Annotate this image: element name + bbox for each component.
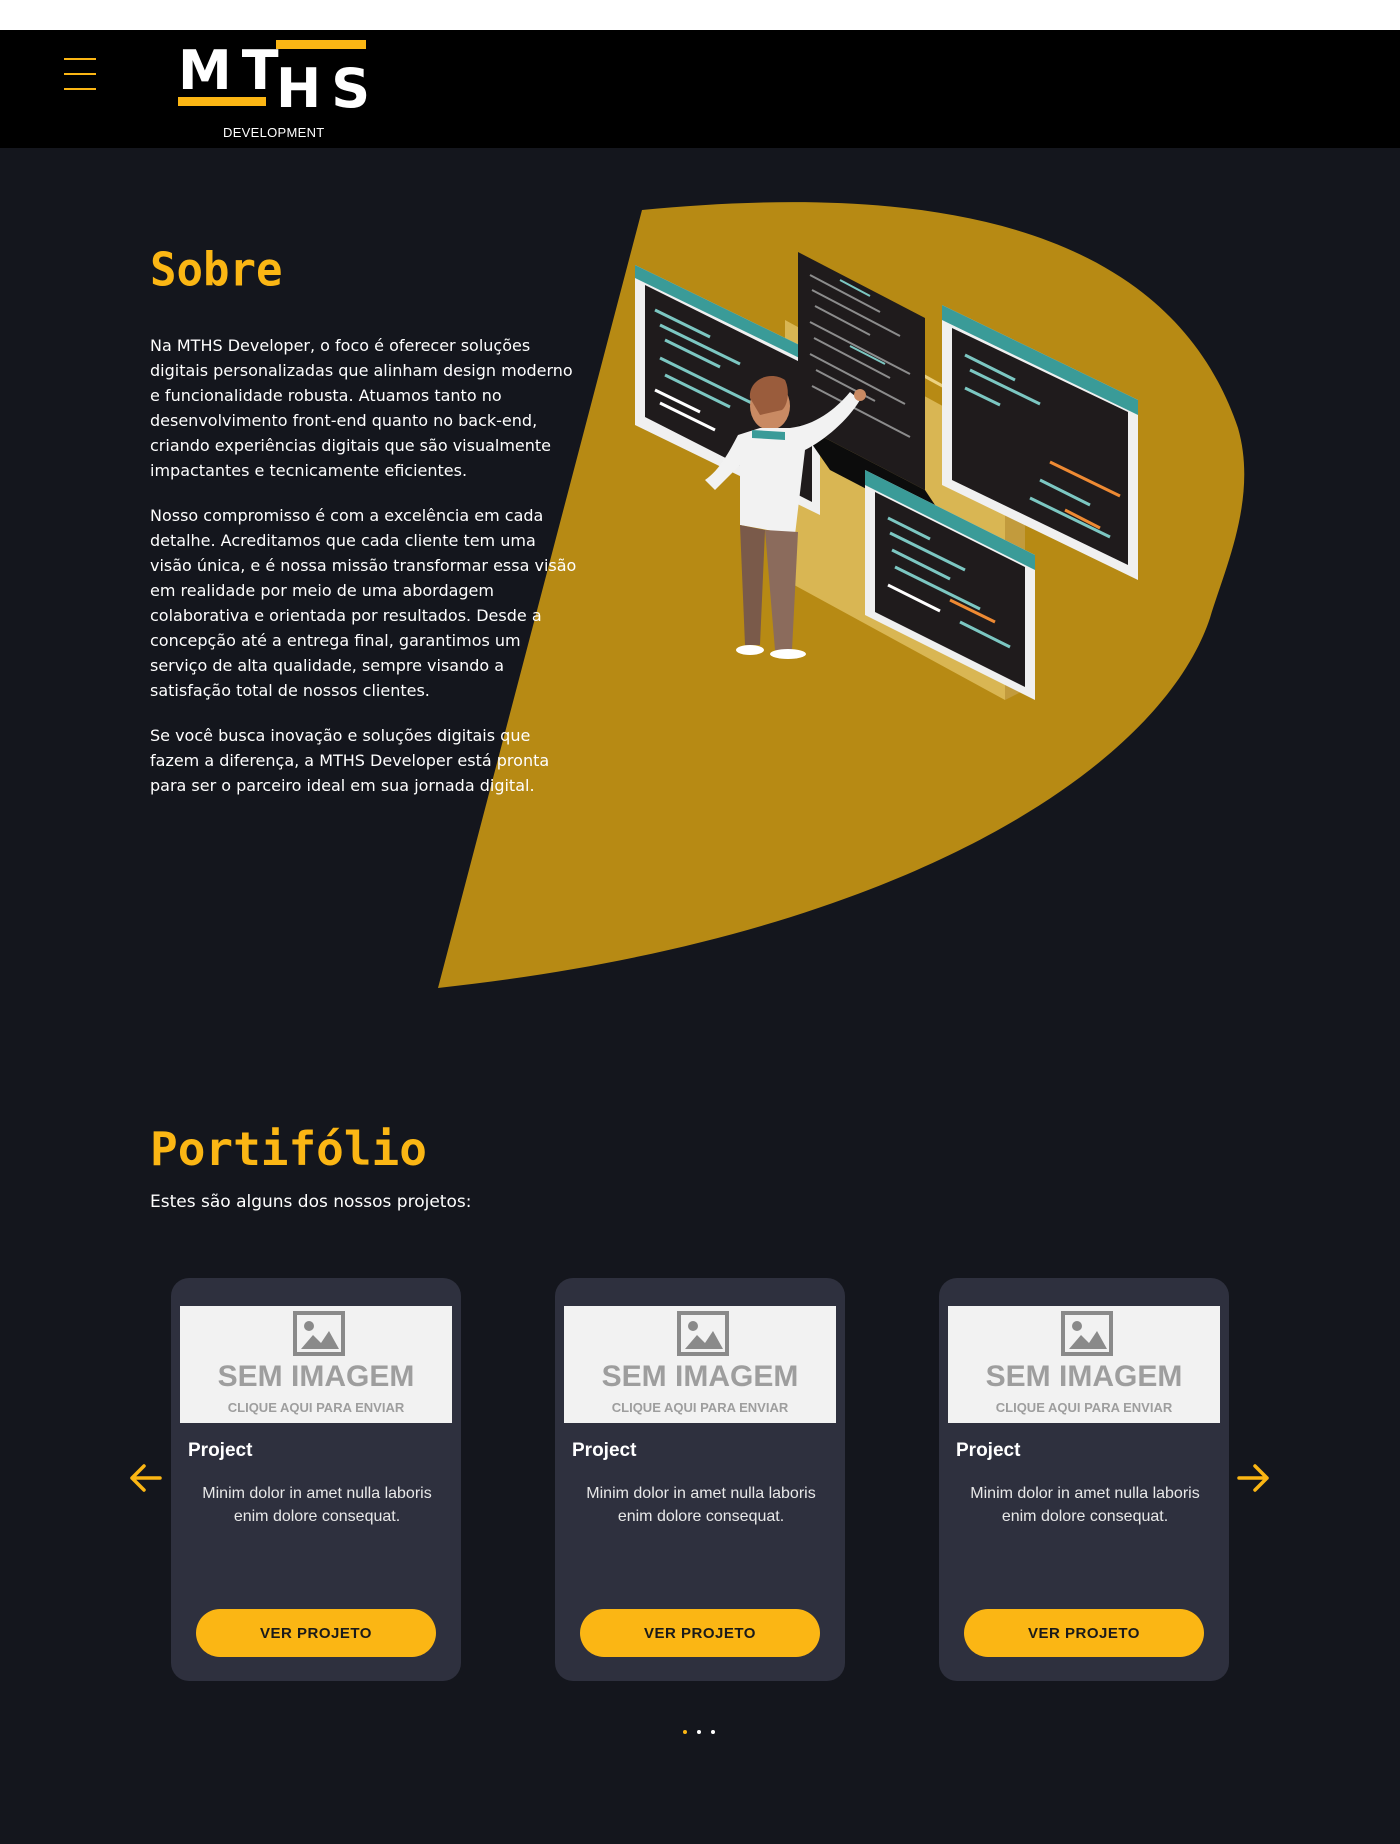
arrow-right-icon[interactable] (1233, 1458, 1273, 1498)
card-title: Project (572, 1440, 637, 1461)
sobre-heading: Sobre (150, 243, 283, 298)
card-image-title: SEM IMAGEM (217, 1360, 415, 1393)
browser-top-strip (0, 0, 1400, 30)
logo-text-mt: MT (178, 39, 289, 102)
logo-accent-bar-bottom (178, 97, 266, 106)
portfolio-subtitle: Estes são alguns dos nossos projetos: (150, 1192, 472, 1212)
card-image-placeholder[interactable]: SEM IMAGEM CLIQUE AQUI PARA ENVIAR (180, 1306, 452, 1423)
sobre-paragraph-3: Se você busca inovação e soluções digita… (150, 726, 550, 795)
logo-subtitle: DEVELOPMENT (223, 125, 325, 140)
image-placeholder-icon (1061, 1311, 1113, 1356)
ver-projeto-button[interactable]: VER PROJETO (964, 1609, 1204, 1657)
arrow-left-icon[interactable] (126, 1458, 166, 1498)
carousel-dot-3[interactable] (711, 1730, 715, 1734)
card-image-subtitle: CLIQUE AQUI PARA ENVIAR (227, 1400, 405, 1415)
card-description: Minim dolor in amet nulla laboris enim d… (586, 1485, 816, 1525)
image-placeholder-icon (293, 1311, 345, 1356)
sobre-paragraph-1: Na MTHS Developer, o foco é oferecer sol… (150, 336, 573, 480)
site-logo[interactable]: MT HS DEVELOPMENT (178, 39, 370, 148)
logo-text-hs: HS (276, 57, 381, 120)
card-image-subtitle: CLIQUE AQUI PARA ENVIAR (611, 1400, 789, 1415)
card-image-title: SEM IMAGEM (985, 1360, 1183, 1393)
card-image-title: SEM IMAGEM (601, 1360, 799, 1393)
sobre-body: Na MTHS Developer, o foco é oferecer sol… (150, 333, 582, 818)
card-title: Project (956, 1440, 1021, 1461)
logo-accent-bar-top (276, 40, 366, 49)
card-image-placeholder[interactable]: SEM IMAGEM CLIQUE AQUI PARA ENVIAR (948, 1306, 1220, 1423)
carousel-dot-1[interactable] (683, 1730, 687, 1734)
card-description: Minim dolor in amet nulla laboris enim d… (202, 1485, 432, 1525)
carousel-pagination (683, 1730, 719, 1736)
image-placeholder-icon (677, 1311, 729, 1356)
portfolio-card-2: SEM IMAGEM CLIQUE AQUI PARA ENVIAR Proje… (555, 1278, 845, 1681)
card-description: Minim dolor in amet nulla laboris enim d… (970, 1485, 1200, 1525)
ver-projeto-button[interactable]: VER PROJETO (580, 1609, 820, 1657)
carousel-dot-2[interactable] (697, 1730, 701, 1734)
portfolio-card-3: SEM IMAGEM CLIQUE AQUI PARA ENVIAR Proje… (939, 1278, 1229, 1681)
ver-projeto-button[interactable]: VER PROJETO (196, 1609, 436, 1657)
card-image-subtitle: CLIQUE AQUI PARA ENVIAR (995, 1400, 1173, 1415)
sobre-paragraph-2: Nosso compromisso é com a excelência em … (150, 506, 577, 700)
card-title: Project (188, 1440, 253, 1461)
site-header: MT HS DEVELOPMENT (0, 30, 1400, 148)
developer-illustration (635, 252, 1138, 700)
portfolio-heading: Portifólio (150, 1122, 427, 1176)
card-image-placeholder[interactable]: SEM IMAGEM CLIQUE AQUI PARA ENVIAR (564, 1306, 836, 1423)
hamburger-menu-icon[interactable] (64, 58, 96, 92)
portfolio-card-1: SEM IMAGEM CLIQUE AQUI PARA ENVIAR Proje… (171, 1278, 461, 1681)
